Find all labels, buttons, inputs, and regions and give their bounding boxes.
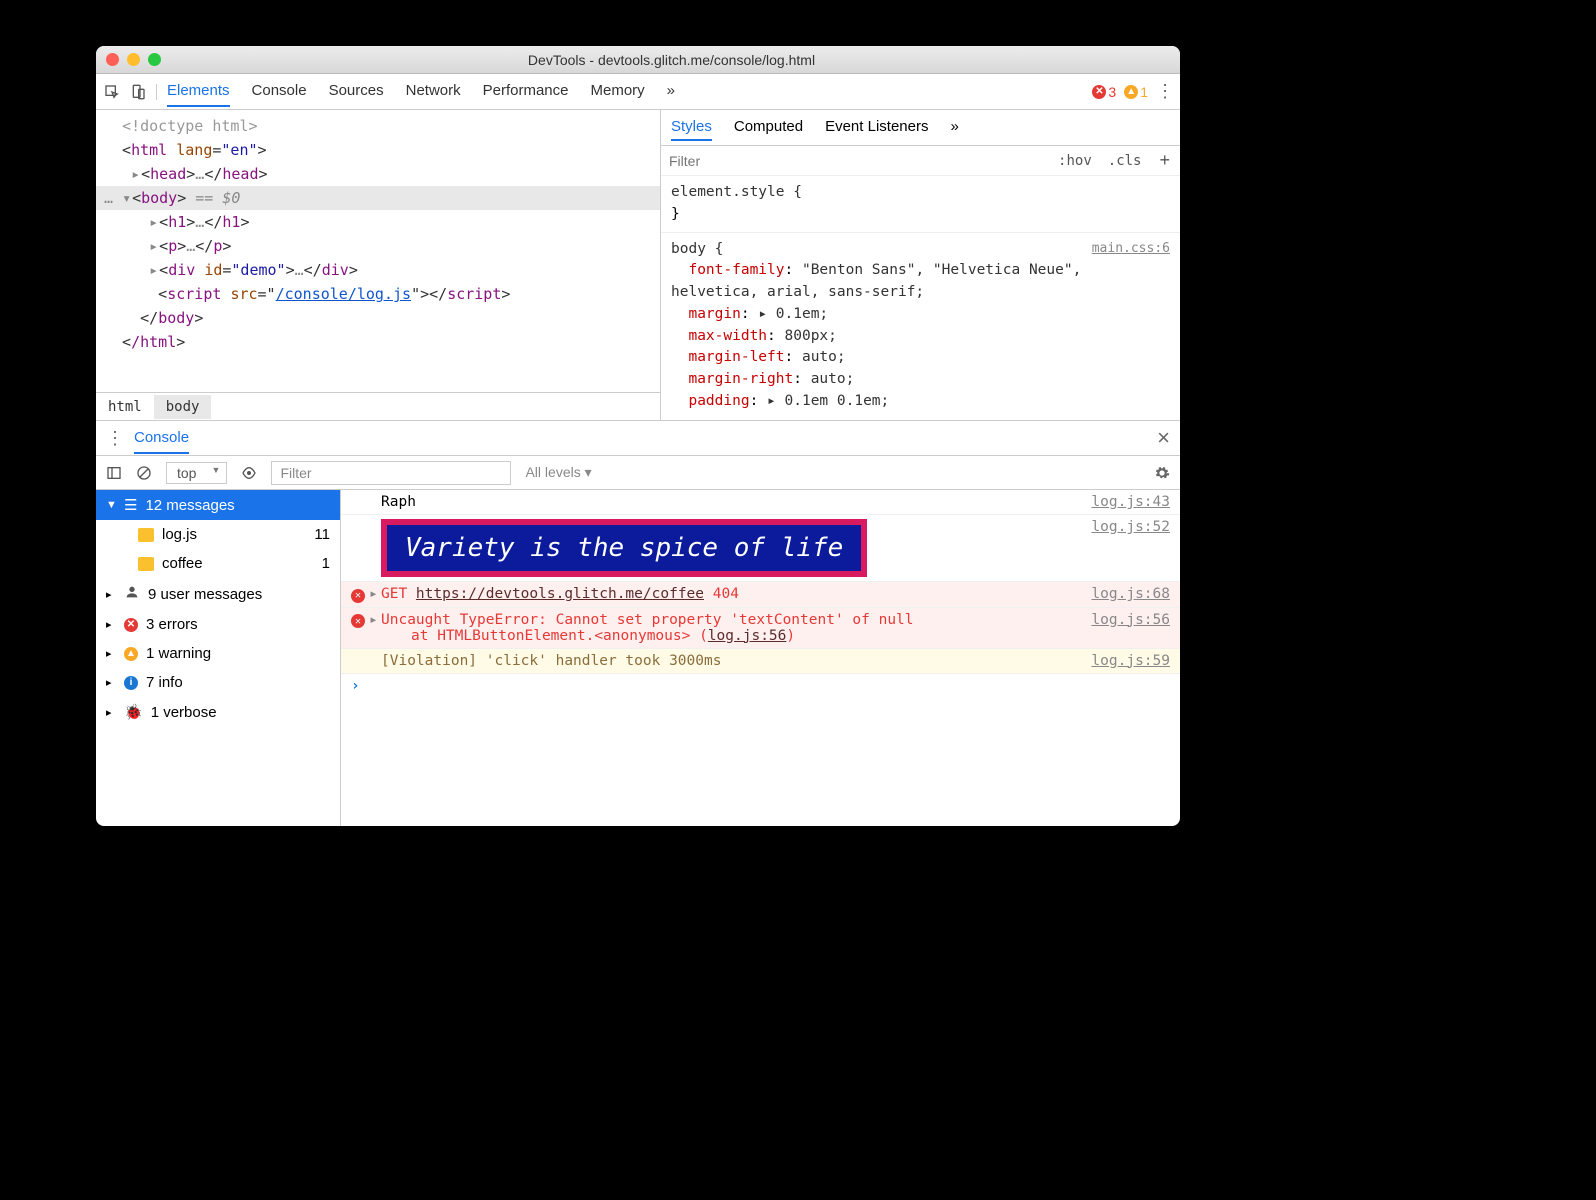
zoom-window-button[interactable] <box>148 53 161 66</box>
error-icon: ✕ <box>351 614 365 628</box>
tab-sources[interactable]: Sources <box>329 76 384 107</box>
close-window-button[interactable] <box>106 53 119 66</box>
warn-count-badge[interactable]: ▲1 <box>1124 84 1148 100</box>
tab-network[interactable]: Network <box>406 76 461 107</box>
inspect-icon[interactable] <box>104 84 120 100</box>
styles-filter-input[interactable] <box>661 153 1050 169</box>
user-icon <box>124 584 140 604</box>
log-row-error-404[interactable]: ✕▸ GET https://devtools.glitch.me/coffee… <box>341 582 1180 608</box>
css-source-link[interactable]: main.css:6 <box>1092 239 1170 259</box>
log-levels-selector[interactable]: All levels ▾ <box>525 464 591 481</box>
folder-icon <box>138 557 154 571</box>
tab-elements[interactable]: Elements <box>167 76 230 107</box>
panel-tabs: Elements Console Sources Network Perform… <box>167 76 675 107</box>
console-drawer-tab[interactable]: Console <box>134 423 189 454</box>
source-link[interactable]: log.js:43 <box>1091 494 1170 510</box>
console-sidebar: ▼ ☰ 12 messages log.js11 coffee1 ▸9 user… <box>96 490 341 826</box>
tab-performance[interactable]: Performance <box>483 76 569 107</box>
log-row-styled[interactable]: Variety is the spice of life log.js:52 <box>341 515 1180 582</box>
sidebar-item-verbose[interactable]: ▸🐞1 verbose <box>96 697 340 727</box>
console-filter-input[interactable]: Filter <box>271 461 511 485</box>
main-toolbar: Elements Console Sources Network Perform… <box>96 74 1180 110</box>
elements-panel[interactable]: <!doctype html> <html lang="en"> ▸<head>… <box>96 110 660 420</box>
stab-more[interactable]: » <box>950 114 958 141</box>
source-link[interactable]: log.js:68 <box>1091 586 1170 602</box>
source-link[interactable]: log.js:59 <box>1091 653 1170 669</box>
context-selector[interactable]: top <box>166 462 227 484</box>
stab-computed[interactable]: Computed <box>734 114 803 141</box>
error-count-badge[interactable]: ✕3 <box>1092 84 1116 100</box>
source-link[interactable]: log.js:52 <box>1091 519 1170 535</box>
log-row-violation[interactable]: [Violation] 'click' handler took 3000ms … <box>341 649 1180 674</box>
sidebar-item-errors[interactable]: ▸✕3 errors <box>96 610 340 639</box>
stab-styles[interactable]: Styles <box>671 114 712 141</box>
clear-console-icon[interactable] <box>136 465 152 481</box>
traffic-lights <box>106 53 161 66</box>
window-title: DevTools - devtools.glitch.me/console/lo… <box>173 52 1170 68</box>
breadcrumb: html body <box>96 392 660 420</box>
device-icon[interactable] <box>130 84 146 100</box>
console-filter-bar: top Filter All levels ▾ <box>96 456 1180 490</box>
console-messages: Raph log.js:43 Variety is the spice of l… <box>341 490 1180 826</box>
titlebar: DevTools - devtools.glitch.me/console/lo… <box>96 46 1180 74</box>
console-menu-icon[interactable]: ⋮ <box>106 428 122 449</box>
sidebar-item-user[interactable]: ▸9 user messages <box>96 578 340 610</box>
bug-icon: 🐞 <box>124 703 143 721</box>
list-icon: ☰ <box>124 496 137 514</box>
styles-panel: Styles Computed Event Listeners » :hov .… <box>660 110 1180 420</box>
sidebar-item-coffee[interactable]: coffee1 <box>96 549 340 578</box>
cls-toggle[interactable]: .cls <box>1100 153 1150 169</box>
live-expression-icon[interactable] <box>241 465 257 481</box>
sidebar-item-messages[interactable]: ▼ ☰ 12 messages <box>96 490 340 520</box>
close-icon[interactable]: × <box>1157 425 1170 451</box>
devtools-window: DevTools - devtools.glitch.me/console/lo… <box>96 46 1180 826</box>
tab-memory[interactable]: Memory <box>591 76 645 107</box>
settings-menu-icon[interactable]: ⋮ <box>1156 81 1172 102</box>
log-row[interactable]: Raph log.js:43 <box>341 490 1180 515</box>
new-rule-icon[interactable]: + <box>1149 150 1180 171</box>
error-icon: ✕ <box>351 589 365 603</box>
crumb-body[interactable]: body <box>154 395 212 419</box>
sidebar-item-warning[interactable]: ▸▲1 warning <box>96 639 340 668</box>
info-icon: i <box>124 676 138 690</box>
hov-toggle[interactable]: :hov <box>1050 153 1100 169</box>
dom-body-selected[interactable]: … ▾<body> == $0 <box>96 186 660 210</box>
source-link[interactable]: log.js:56 <box>1091 612 1170 628</box>
stab-listeners[interactable]: Event Listeners <box>825 114 928 141</box>
log-row-uncaught[interactable]: ✕▸ Uncaught TypeError: Cannot set proper… <box>341 608 1180 649</box>
sidebar-item-logjs[interactable]: log.js11 <box>96 520 340 549</box>
sidebar-toggle-icon[interactable] <box>106 465 122 481</box>
folder-icon <box>138 528 154 542</box>
gear-icon[interactable] <box>1154 465 1170 481</box>
minimize-window-button[interactable] <box>127 53 140 66</box>
sidebar-item-info[interactable]: ▸i7 info <box>96 668 340 697</box>
console-drawer-header: ⋮ Console × <box>96 420 1180 456</box>
error-icon: ✕ <box>124 618 138 632</box>
console-prompt[interactable]: › <box>341 674 1180 698</box>
tab-more[interactable]: » <box>667 76 675 107</box>
warning-icon: ▲ <box>124 647 138 661</box>
crumb-html[interactable]: html <box>96 395 154 419</box>
tab-console[interactable]: Console <box>252 76 307 107</box>
